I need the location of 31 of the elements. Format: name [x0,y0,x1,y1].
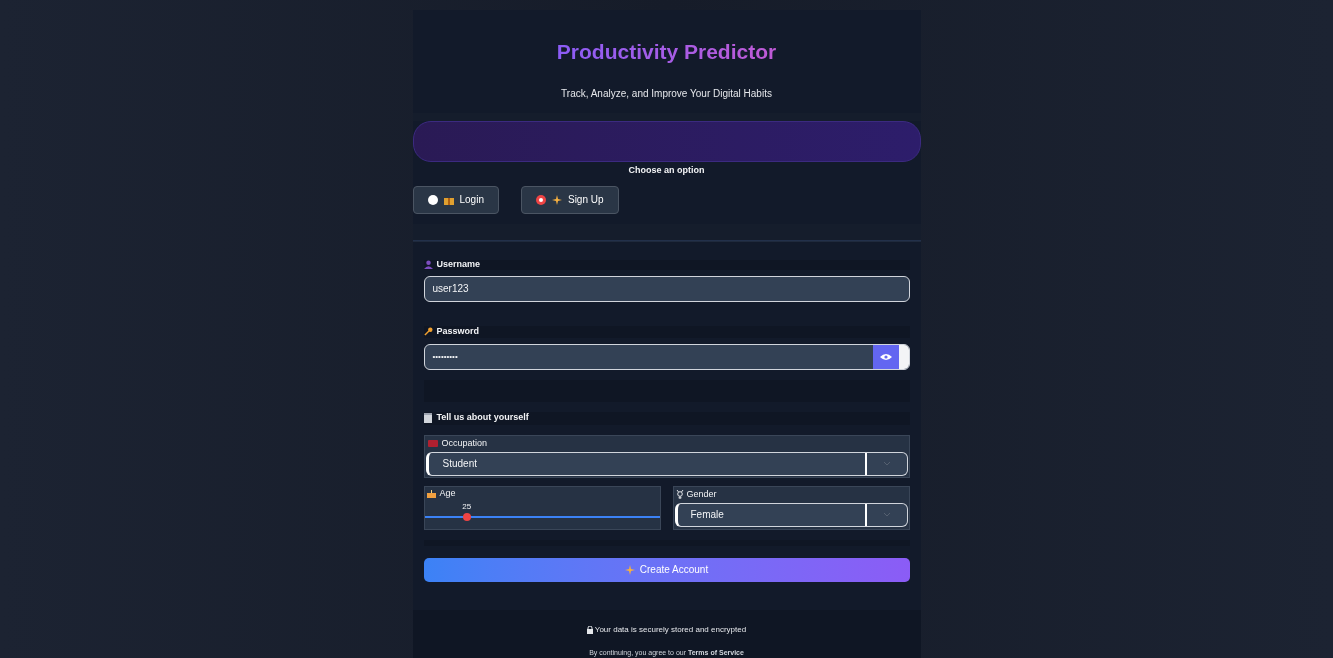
radio-unselected-icon [427,194,438,205]
field-label: Occupation [441,436,488,450]
choice-label: Choose an option [628,164,705,178]
cake-icon [426,489,436,498]
age-slider[interactable] [424,512,660,521]
create-account-button[interactable]: Create Account [423,557,910,582]
field-label: Password [436,324,480,338]
sparkle-icon [551,194,562,205]
security-note: Your data is securely stored and encrypted [594,623,747,636]
chevron-down-icon [882,512,891,517]
gender-icon [675,490,684,499]
slider-value: 25 [462,500,472,513]
section-title: Tell us about yourself [436,411,529,425]
key-icon [423,327,433,336]
radio-selected-icon [535,194,546,205]
option-radio[interactable]: Sign Up [520,185,619,214]
lock-icon [586,625,593,634]
field-label: Username [436,257,481,271]
gender-dropdown[interactable]: Female [674,502,908,527]
chevron-down-icon [882,461,891,466]
sparkle-icon [624,564,635,575]
person-icon [423,260,433,269]
subtitle: Track, Analyze, and Improve Your Digital Habits [561,86,772,101]
briefcase-icon [427,440,438,447]
username-field[interactable]: user123 [423,275,910,302]
field-label: Age [439,486,456,500]
field-label: Gender [686,487,717,501]
occupation-dropdown[interactable]: Student [425,451,908,476]
notepad-icon [423,413,432,423]
slider-thumb[interactable] [462,512,471,521]
option-radio[interactable]: Login [412,185,499,214]
